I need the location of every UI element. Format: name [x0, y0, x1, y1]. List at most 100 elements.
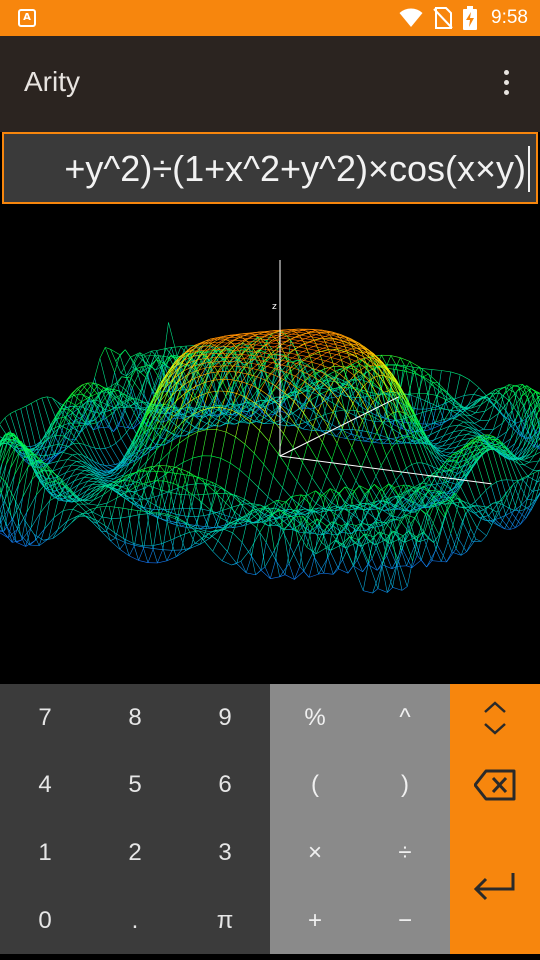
surface-mesh-line	[335, 359, 341, 365]
surface-plot[interactable]: z	[0, 206, 540, 684]
surface-mesh-line	[142, 545, 149, 563]
surface-mesh-line	[532, 425, 540, 441]
surface-mesh-line	[408, 373, 415, 395]
surface-mesh-line	[231, 346, 242, 348]
surface-mesh-line	[254, 363, 265, 382]
surface-mesh-line	[276, 487, 283, 506]
system-icons: 9:58	[399, 0, 528, 36]
surface-mesh-line	[323, 380, 334, 382]
surface-mesh-line	[470, 412, 476, 416]
more-vert-icon[interactable]	[496, 70, 516, 100]
surface-mesh-line	[438, 517, 445, 535]
surface-mesh-line	[331, 459, 342, 478]
surface-mesh-line	[85, 424, 96, 449]
surface-mesh-line	[534, 451, 540, 456]
surface-mesh-line	[406, 442, 416, 444]
surface-mesh-line	[140, 363, 147, 373]
surface-mesh-line	[422, 409, 432, 413]
surface-mesh-line	[335, 477, 342, 492]
surface-mesh-line	[366, 442, 373, 455]
surface-mesh-line	[192, 431, 199, 459]
surface-mesh-line	[38, 528, 45, 546]
no-sim-icon	[433, 7, 453, 29]
surface-mesh-line	[143, 513, 150, 548]
surface-mesh-line	[291, 333, 302, 336]
surface-mesh-line	[401, 496, 412, 502]
text-a-notification-icon: A	[18, 9, 36, 27]
surface-mesh-line	[210, 425, 220, 427]
surface-mesh-line	[281, 335, 287, 339]
surface-mesh-line	[336, 443, 347, 463]
surface-mesh-line	[350, 354, 361, 360]
surface-mesh-line	[441, 451, 452, 454]
surface-mesh-line	[355, 439, 365, 442]
surface-mesh-line	[151, 350, 157, 352]
surface-mesh-line	[254, 430, 260, 454]
app-bar: Arity	[0, 36, 540, 132]
surface-mesh-line	[15, 408, 21, 412]
surface-mesh-line	[437, 447, 447, 450]
surface-mesh-line	[321, 332, 331, 336]
surface-mesh-line	[278, 433, 284, 455]
surface-mesh-line	[307, 411, 314, 425]
surface-mesh-line	[308, 557, 315, 578]
surface-mesh-line	[243, 478, 250, 502]
surface-mesh-line	[310, 334, 316, 337]
surface-mesh-line	[288, 415, 299, 430]
surface-mesh-line	[342, 346, 353, 350]
surface-mesh-line	[374, 421, 385, 423]
surface-mesh-line	[206, 357, 217, 359]
surface-mesh-line	[293, 349, 303, 352]
surface-mesh-line	[72, 454, 83, 462]
surface-mesh-line	[74, 425, 81, 428]
surface-mesh-line	[324, 368, 331, 374]
surface-mesh-line	[301, 406, 308, 422]
surface-mesh-line	[253, 359, 264, 362]
surface-mesh-line	[284, 546, 291, 575]
surface-mesh-line	[87, 477, 94, 482]
surface-mesh-line	[275, 527, 282, 561]
surface-mesh-line	[388, 421, 395, 440]
app-title: Arity	[24, 66, 80, 97]
surface-mesh-line	[167, 483, 174, 517]
surface-mesh-line	[441, 448, 447, 452]
surface-mesh-line	[270, 559, 276, 579]
surface-mesh-line	[437, 382, 448, 393]
surface-mesh-line	[294, 342, 305, 345]
surface-mesh-line	[380, 455, 387, 466]
surface-mesh-line	[523, 462, 530, 466]
surface-mesh-line	[257, 377, 268, 391]
surface-mesh-line	[326, 352, 337, 355]
surface-mesh-line	[460, 374, 470, 381]
surface-mesh-line	[81, 490, 88, 499]
surface-mesh-line	[464, 379, 470, 396]
surface-mesh-line	[108, 478, 115, 482]
surface-mesh-line	[340, 477, 351, 493]
surface-mesh-line	[450, 371, 461, 375]
surface-mesh-line	[360, 436, 370, 439]
surface-mesh-line	[284, 347, 294, 351]
surface-mesh-line	[272, 359, 278, 363]
surface-mesh-line	[221, 551, 228, 561]
surface-mesh-line	[227, 532, 233, 552]
surface-mesh-line	[162, 491, 169, 510]
surface-mesh-line	[328, 343, 334, 347]
surface-mesh-line	[94, 358, 101, 378]
surface-mesh-line	[245, 556, 252, 573]
surface-mesh-line	[7, 517, 14, 538]
surface-mesh-line	[214, 365, 225, 367]
surface-mesh-line	[175, 549, 182, 557]
surface-mesh-line	[449, 424, 459, 427]
surface-mesh-line	[266, 362, 273, 367]
graph-area[interactable]: z	[0, 206, 540, 684]
surface-mesh-line	[145, 355, 155, 357]
surface-mesh-line	[72, 453, 78, 456]
surface-mesh-line	[229, 436, 236, 464]
surface-mesh-line	[337, 346, 343, 349]
surface-mesh-line	[383, 483, 390, 492]
surface-mesh-line	[116, 382, 126, 391]
surface-mesh-line	[337, 536, 343, 560]
surface-mesh-line	[258, 464, 264, 488]
surface-mesh-line	[465, 408, 476, 414]
formula-input[interactable]: +y^2)÷(1+x^2+y^2)×cos(x×y)	[2, 132, 538, 204]
